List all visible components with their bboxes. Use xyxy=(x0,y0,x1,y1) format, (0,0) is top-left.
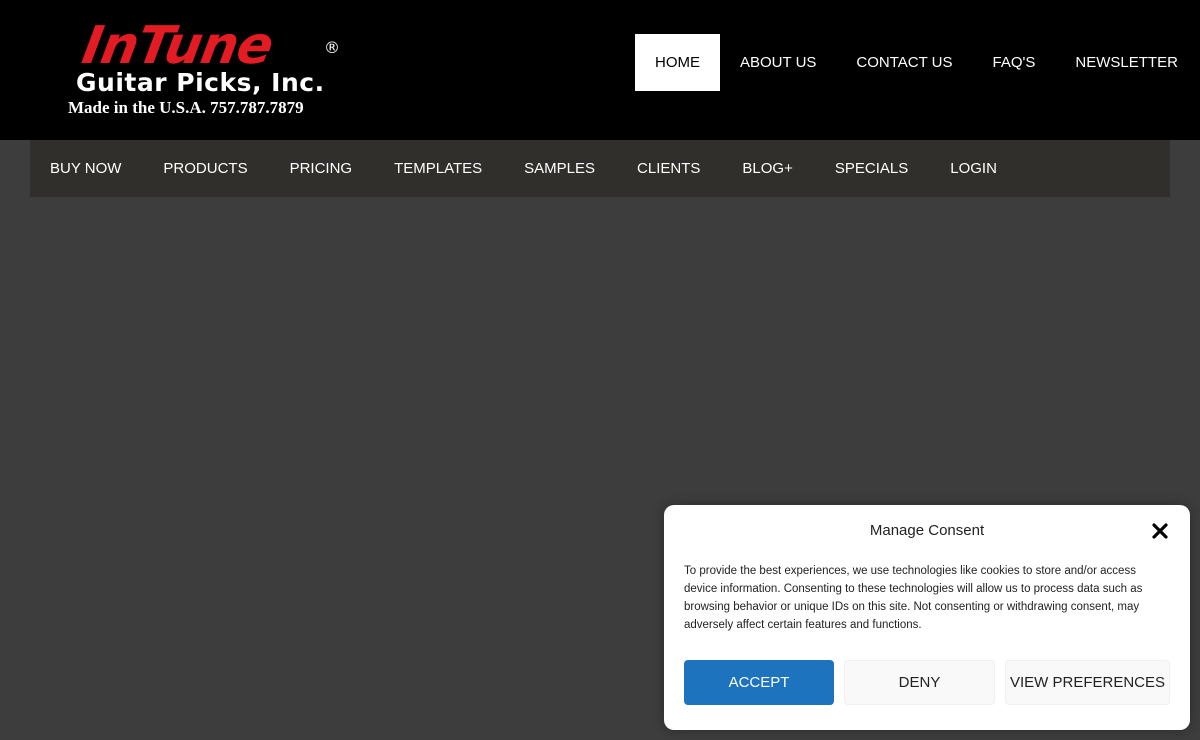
logo-tagline: Made in the U.S.A. 757.787.7879 xyxy=(68,98,304,117)
nav-specials[interactable]: SPECIALS xyxy=(814,140,929,197)
nav-login[interactable]: LOGIN xyxy=(929,140,1018,197)
site-header: InTune ® Guitar Picks, Inc. Made in the … xyxy=(0,0,1200,140)
site-logo[interactable]: InTune ® Guitar Picks, Inc. Made in the … xyxy=(66,16,356,120)
top-nav-faqs[interactable]: FAQ'S xyxy=(973,34,1056,91)
consent-dialog: Manage Consent To provide the best exper… xyxy=(664,505,1190,730)
accept-button[interactable]: ACCEPT xyxy=(684,660,834,705)
consent-title: Manage Consent xyxy=(869,522,985,539)
top-nav-newsletter[interactable]: NEWSLETTER xyxy=(1055,34,1198,91)
deny-button[interactable]: DENY xyxy=(844,660,995,705)
secondary-navigation: BUY NOW PRODUCTS PRICING TEMPLATES SAMPL… xyxy=(30,140,1170,197)
top-nav-contact-us[interactable]: CONTACT US xyxy=(836,34,972,91)
logo-company-text: Guitar Picks, Inc. xyxy=(76,68,325,97)
logo-registered-mark: ® xyxy=(324,38,340,57)
nav-blog[interactable]: BLOG+ xyxy=(721,140,813,197)
close-icon[interactable] xyxy=(1148,519,1172,543)
nav-samples[interactable]: SAMPLES xyxy=(503,140,616,197)
view-preferences-button[interactable]: VIEW PREFERENCES xyxy=(1005,660,1170,705)
logo-brand-text: InTune xyxy=(78,16,278,76)
nav-pricing[interactable]: PRICING xyxy=(269,140,374,197)
nav-buy-now[interactable]: BUY NOW xyxy=(30,140,142,197)
nav-templates[interactable]: TEMPLATES xyxy=(373,140,503,197)
close-icon-glyph xyxy=(1152,523,1168,539)
consent-description: To provide the best experiences, we use … xyxy=(684,565,1143,631)
nav-products[interactable]: PRODUCTS xyxy=(142,140,268,197)
top-nav-home[interactable]: HOME xyxy=(635,34,720,91)
top-nav-about-us[interactable]: ABOUT US xyxy=(720,34,836,91)
nav-clients[interactable]: CLIENTS xyxy=(616,140,721,197)
top-navigation: HOME ABOUT US CONTACT US FAQ'S NEWSLETTE… xyxy=(635,34,1198,91)
